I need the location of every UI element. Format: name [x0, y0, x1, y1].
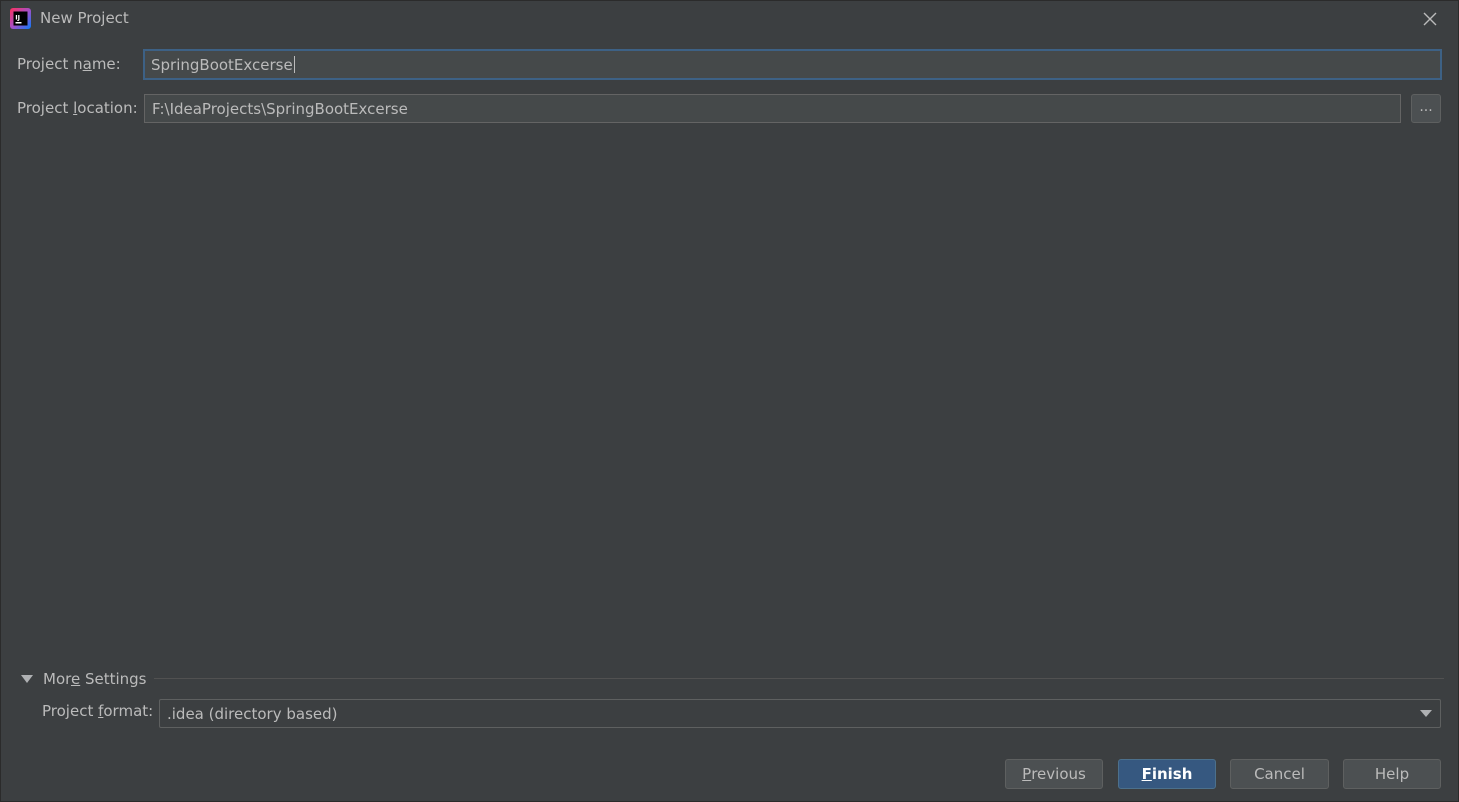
cancel-button[interactable]: Cancel — [1230, 759, 1329, 789]
section-separator — [154, 678, 1444, 679]
project-location-value: F:\IdeaProjects\SpringBootExcerse — [152, 99, 408, 118]
help-button[interactable]: Help — [1343, 759, 1441, 789]
chevron-down-icon — [1420, 710, 1432, 717]
project-format-select[interactable]: .idea (directory based) — [159, 699, 1441, 728]
title-bar: IJ New Project — [1, 1, 1459, 37]
intellij-idea-icon: IJ — [10, 8, 31, 29]
more-settings-label: More Settings — [43, 670, 147, 688]
text-caret — [293, 56, 295, 73]
svg-text:IJ: IJ — [15, 14, 20, 22]
browse-button[interactable]: ... — [1411, 94, 1441, 123]
previous-button[interactable]: Previous — [1005, 759, 1103, 789]
project-location-label: Project location: — [17, 99, 138, 117]
project-name-input[interactable]: SpringBootExcerse — [143, 49, 1442, 80]
project-format-value: .idea (directory based) — [167, 704, 338, 723]
expand-triangle-icon — [21, 675, 33, 683]
window-title: New Project — [40, 9, 129, 27]
more-settings-toggle[interactable]: More Settings — [19, 668, 147, 690]
project-name-label: Project name: — [17, 55, 121, 73]
project-location-input[interactable]: F:\IdeaProjects\SpringBootExcerse — [144, 94, 1401, 123]
project-format-label: Project format: — [42, 702, 154, 720]
close-button[interactable] — [1418, 8, 1442, 30]
project-name-value: SpringBootExcerse — [151, 55, 293, 74]
close-icon — [1423, 12, 1437, 26]
new-project-dialog: IJ New Project Project name: SpringBootE… — [0, 0, 1459, 802]
finish-button[interactable]: Finish — [1118, 759, 1216, 789]
